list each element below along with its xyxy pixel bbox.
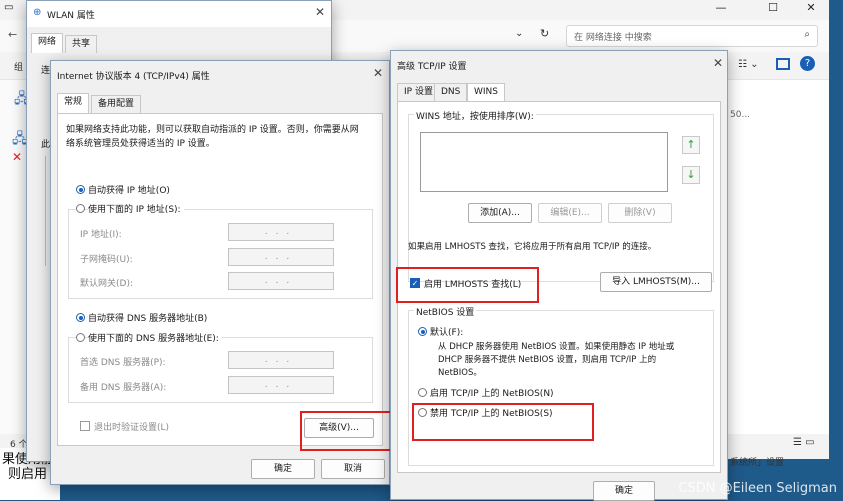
netbios-default-radio[interactable] bbox=[418, 327, 427, 336]
auto-dns-radio[interactable] bbox=[76, 313, 85, 322]
ipv4-ok-button[interactable]: 确定 bbox=[251, 459, 315, 479]
move-up-icon[interactable]: ↑ bbox=[682, 136, 700, 154]
enable-netbios-radio[interactable] bbox=[418, 388, 427, 397]
help-icon[interactable]: ? bbox=[800, 56, 815, 71]
manual-dns-label: 使用下面的 DNS 服务器地址(E): bbox=[88, 331, 222, 344]
validate-settings-checkbox[interactable] bbox=[80, 421, 90, 431]
disabled-x-icon: ✕ bbox=[12, 150, 23, 164]
refresh-icon[interactable]: ↻ bbox=[540, 27, 549, 40]
subnet-mask-label: 子网掩码(U): bbox=[80, 255, 133, 265]
remove-wins-button[interactable]: 删除(V) bbox=[608, 203, 672, 223]
enable-netbios-label: 启用 TCP/IP 上的 NetBIOS(N) bbox=[430, 389, 554, 399]
search-icon: ⌕ bbox=[804, 29, 810, 40]
tab-network[interactable]: 网络 bbox=[31, 33, 64, 53]
wlan-dialog-title: WLAN 属性 bbox=[47, 11, 95, 21]
ip-address-label: IP 地址(I): bbox=[80, 230, 122, 240]
auto-ip-radio[interactable] bbox=[76, 185, 85, 194]
ip-address-field[interactable]: ... bbox=[228, 223, 334, 241]
tab-general[interactable]: 常规 bbox=[57, 93, 90, 113]
general-panel: 如果网络支持此功能，则可以获取自动指派的 IP 设置。否则，你需要从网络系统管理… bbox=[57, 113, 383, 446]
alternate-dns-field[interactable]: ... bbox=[228, 376, 334, 394]
ipv4-close-button[interactable]: ✕ bbox=[373, 66, 383, 80]
move-down-icon[interactable]: ↓ bbox=[682, 166, 700, 184]
window-close-button[interactable]: ✕ bbox=[796, 1, 826, 15]
manual-ip-radio[interactable] bbox=[76, 204, 85, 213]
preview-pane-icon[interactable] bbox=[776, 58, 790, 70]
auto-ip-label: 自动获得 IP 地址(O) bbox=[88, 186, 170, 196]
netbios-default-description: 从 DHCP 服务器使用 NetBIOS 设置。如果使用静态 IP 地址或 DH… bbox=[438, 342, 675, 378]
tab-wins[interactable]: WINS bbox=[467, 83, 505, 103]
wlan-partial-label: 连 bbox=[41, 66, 51, 76]
ipv4-dialog-title: Internet 协议版本 4 (TCP/IPv4) 属性 bbox=[57, 72, 210, 82]
content-pane bbox=[728, 80, 829, 440]
lmhosts-highlight-box bbox=[396, 267, 539, 303]
default-gateway-field[interactable]: ... bbox=[228, 272, 334, 290]
command-bar-partial-label: 组 bbox=[14, 63, 24, 73]
wins-address-list[interactable] bbox=[420, 132, 668, 192]
validate-settings-label: 退出时验证设置(L) bbox=[94, 423, 170, 433]
partial-right-text: 系统所」设置 bbox=[730, 458, 785, 468]
tab-alternate-config[interactable]: 备用配置 bbox=[91, 95, 142, 113]
view-options-icon[interactable]: ☷ ⌄ bbox=[738, 59, 759, 70]
ipv4-cancel-button[interactable]: 取消 bbox=[321, 459, 385, 479]
wins-list-label: WINS 地址，按使用排序(W): bbox=[414, 109, 536, 122]
explorer-app-icon: ▭ bbox=[4, 2, 14, 13]
lmhosts-note: 如果启用 LMHOSTS 查找，它将应用于所有启用 TCP/IP 的连接。 bbox=[408, 242, 657, 252]
edit-wins-button[interactable]: 编辑(E)... bbox=[538, 203, 602, 223]
default-gateway-label: 默认网关(D): bbox=[80, 279, 133, 289]
netbios-default-label: 默认(F): bbox=[430, 328, 464, 338]
search-box[interactable]: 在 网络连接 中搜索 ⌕ bbox=[566, 25, 818, 47]
chevron-down-icon[interactable]: ⌄ bbox=[515, 28, 523, 39]
preferred-dns-field[interactable]: ... bbox=[228, 351, 334, 369]
wlan-partial-label-2: 此 bbox=[41, 140, 51, 150]
subnet-mask-field[interactable]: ... bbox=[228, 248, 334, 266]
maximize-button[interactable]: ☐ bbox=[758, 1, 788, 15]
wlan-close-button[interactable]: ✕ bbox=[315, 5, 325, 19]
back-icon[interactable]: ← bbox=[8, 28, 17, 41]
disable-netbios-highlight-box bbox=[412, 403, 594, 441]
partial-number: 50... bbox=[730, 110, 751, 120]
import-lmhosts-button[interactable]: 导入 LMHOSTS(M)... bbox=[600, 272, 712, 292]
netbios-group-label: NetBIOS 设置 bbox=[414, 305, 477, 318]
add-wins-button[interactable]: 添加(A)... bbox=[468, 203, 532, 223]
preferred-dns-label: 首选 DNS 服务器(P): bbox=[80, 358, 166, 368]
alternate-dns-label: 备用 DNS 服务器(A): bbox=[80, 383, 167, 393]
wlan-icon: ⊕ bbox=[33, 7, 42, 18]
ip-settings-description: 如果网络支持此功能，则可以获取自动指派的 IP 设置。否则，你需要从网络系统管理… bbox=[66, 125, 359, 149]
manual-ip-label: 使用下面的 IP 地址(S): bbox=[88, 202, 184, 215]
minimize-button[interactable]: — bbox=[706, 1, 736, 15]
advanced-dialog-title: 高级 TCP/IP 设置 bbox=[397, 62, 467, 72]
partial-text-2: 则启用 bbox=[8, 467, 48, 482]
tab-dns[interactable]: DNS bbox=[434, 83, 468, 101]
advanced-close-button[interactable]: ✕ bbox=[713, 56, 723, 70]
details-view-icon[interactable]: ☰ ▭ bbox=[793, 437, 815, 448]
tab-sharing[interactable]: 共享 bbox=[65, 35, 98, 53]
search-placeholder: 在 网络连接 中搜索 bbox=[574, 33, 652, 43]
watermark: CSDN @Eileen Seligman bbox=[678, 481, 837, 496]
advanced-ok-button[interactable]: 确定 bbox=[593, 481, 655, 501]
manual-dns-radio[interactable] bbox=[76, 333, 85, 342]
auto-dns-label: 自动获得 DNS 服务器地址(B) bbox=[88, 314, 208, 324]
